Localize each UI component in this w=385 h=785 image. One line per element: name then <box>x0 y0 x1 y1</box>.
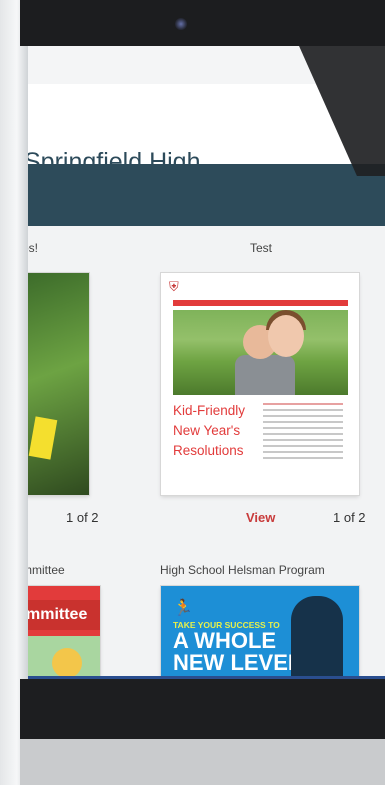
flyer-card-helsman[interactable]: 🏃 TAKE YOUR SUCCESS TO A WHOLE NEW LEVEL <box>161 586 359 676</box>
device-bottom-frame <box>20 679 385 739</box>
smile-icon <box>52 648 82 676</box>
section-title-test: Test <box>250 241 273 255</box>
section-title-helsman: High School Helsman Program <box>160 563 325 577</box>
photo-figure <box>235 355 295 395</box>
flyer-photo <box>28 273 89 495</box>
helsman-headline: A WHOLE NEW LEVEL <box>173 628 302 675</box>
flyer-card-test[interactable]: ⛨ Kid-Friendly New Year's Resolutions <box>161 273 359 495</box>
family-photo <box>173 310 348 395</box>
committee-text: mmittee <box>28 606 88 623</box>
flyer-red-bar <box>173 300 348 306</box>
device-bezel-left <box>0 0 28 785</box>
photo-face <box>268 315 304 357</box>
section-title-committee: mmittee <box>28 563 65 577</box>
section-title-left: ps! <box>28 241 39 255</box>
device-top-frame <box>20 0 385 46</box>
pager-test: 1 of 2 <box>333 510 366 525</box>
navigation-bar[interactable] <box>28 164 385 226</box>
flyer-card-left[interactable] <box>28 273 89 495</box>
runner-icon: 🏃 <box>173 600 193 617</box>
pager-left: 1 of 2 <box>66 510 99 525</box>
view-link[interactable]: View <box>246 510 275 525</box>
flyer-card-committee[interactable]: mmittee <box>28 586 100 676</box>
flyer-title: Kid-Friendly New Year's Resolutions <box>173 403 246 458</box>
device-base <box>20 739 385 785</box>
content-area: ps! Test ⛨ Kid-Friendly New Year's Resol… <box>28 226 385 676</box>
shield-icon: ⛨ <box>169 279 179 294</box>
device-screen: Springfield High ps! Test ⛨ Kid-Friendly… <box>28 46 385 676</box>
camera-icon <box>175 18 187 30</box>
student-figure <box>291 596 343 676</box>
flyer-text-block <box>263 403 343 463</box>
